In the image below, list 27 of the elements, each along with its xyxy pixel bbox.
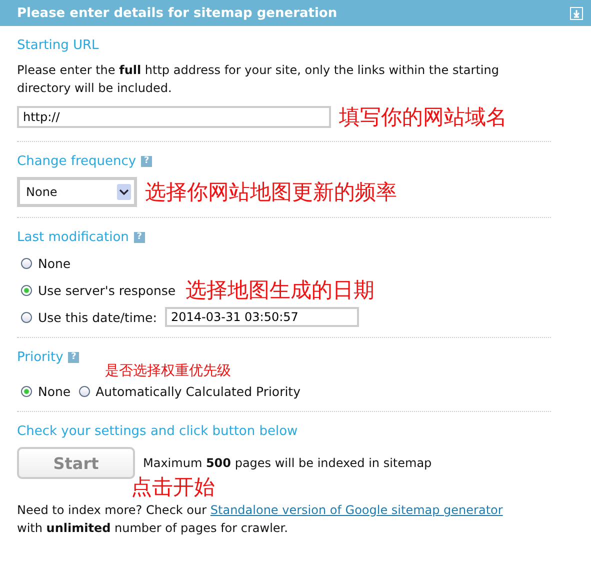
radio-option[interactable]: Use this date/time:: [21, 307, 157, 327]
radio-option[interactable]: None: [21, 253, 71, 273]
section-heading: Check your settings and click button below: [17, 424, 298, 439]
radio-button[interactable]: [21, 386, 32, 396]
radio-button[interactable]: [21, 258, 32, 268]
frequency-select[interactable]: None: [17, 177, 137, 207]
section-heading: Priority: [17, 350, 64, 365]
radio-option[interactable]: Use server's response: [21, 280, 176, 300]
url-field[interactable]: http://: [17, 106, 331, 128]
section-heading: Starting URL: [17, 38, 99, 53]
upgrade-text: Need to index more? Check our Standalone version of Google sitemap generator with unlimited number of pages for crawler.: [17, 502, 504, 537]
radio-option[interactable]: None: [21, 381, 71, 401]
radio-option[interactable]: Automatically Calculated Priority: [78, 381, 300, 401]
annotation-text: 填写你的网站域名: [339, 104, 507, 131]
date-field[interactable]: 2014-03-31 03:50:57: [164, 307, 359, 327]
section-heading: Change frequency: [17, 154, 136, 169]
limit-note: Maximum 500 pages will be indexed in sitemap: [143, 456, 432, 470]
standalone-link[interactable]: Standalone version of Google sitemap generator: [210, 503, 503, 517]
radio-button[interactable]: [21, 284, 32, 296]
radio-button[interactable]: [21, 312, 32, 322]
radio-button[interactable]: [78, 386, 90, 396]
panel-title: Please enter details for sitemap generation: [17, 6, 338, 20]
annotation-text: 选择你网站地图更新的频率: [145, 179, 397, 206]
description-text: Please enter the full http address for your site, only the links within the starting directory will be included.: [17, 62, 500, 97]
annotation-text: 选择地图生成的日期: [186, 277, 375, 304]
section-heading: Last modification: [17, 230, 129, 245]
annotation-text: 是否选择权重优先级: [105, 362, 231, 380]
